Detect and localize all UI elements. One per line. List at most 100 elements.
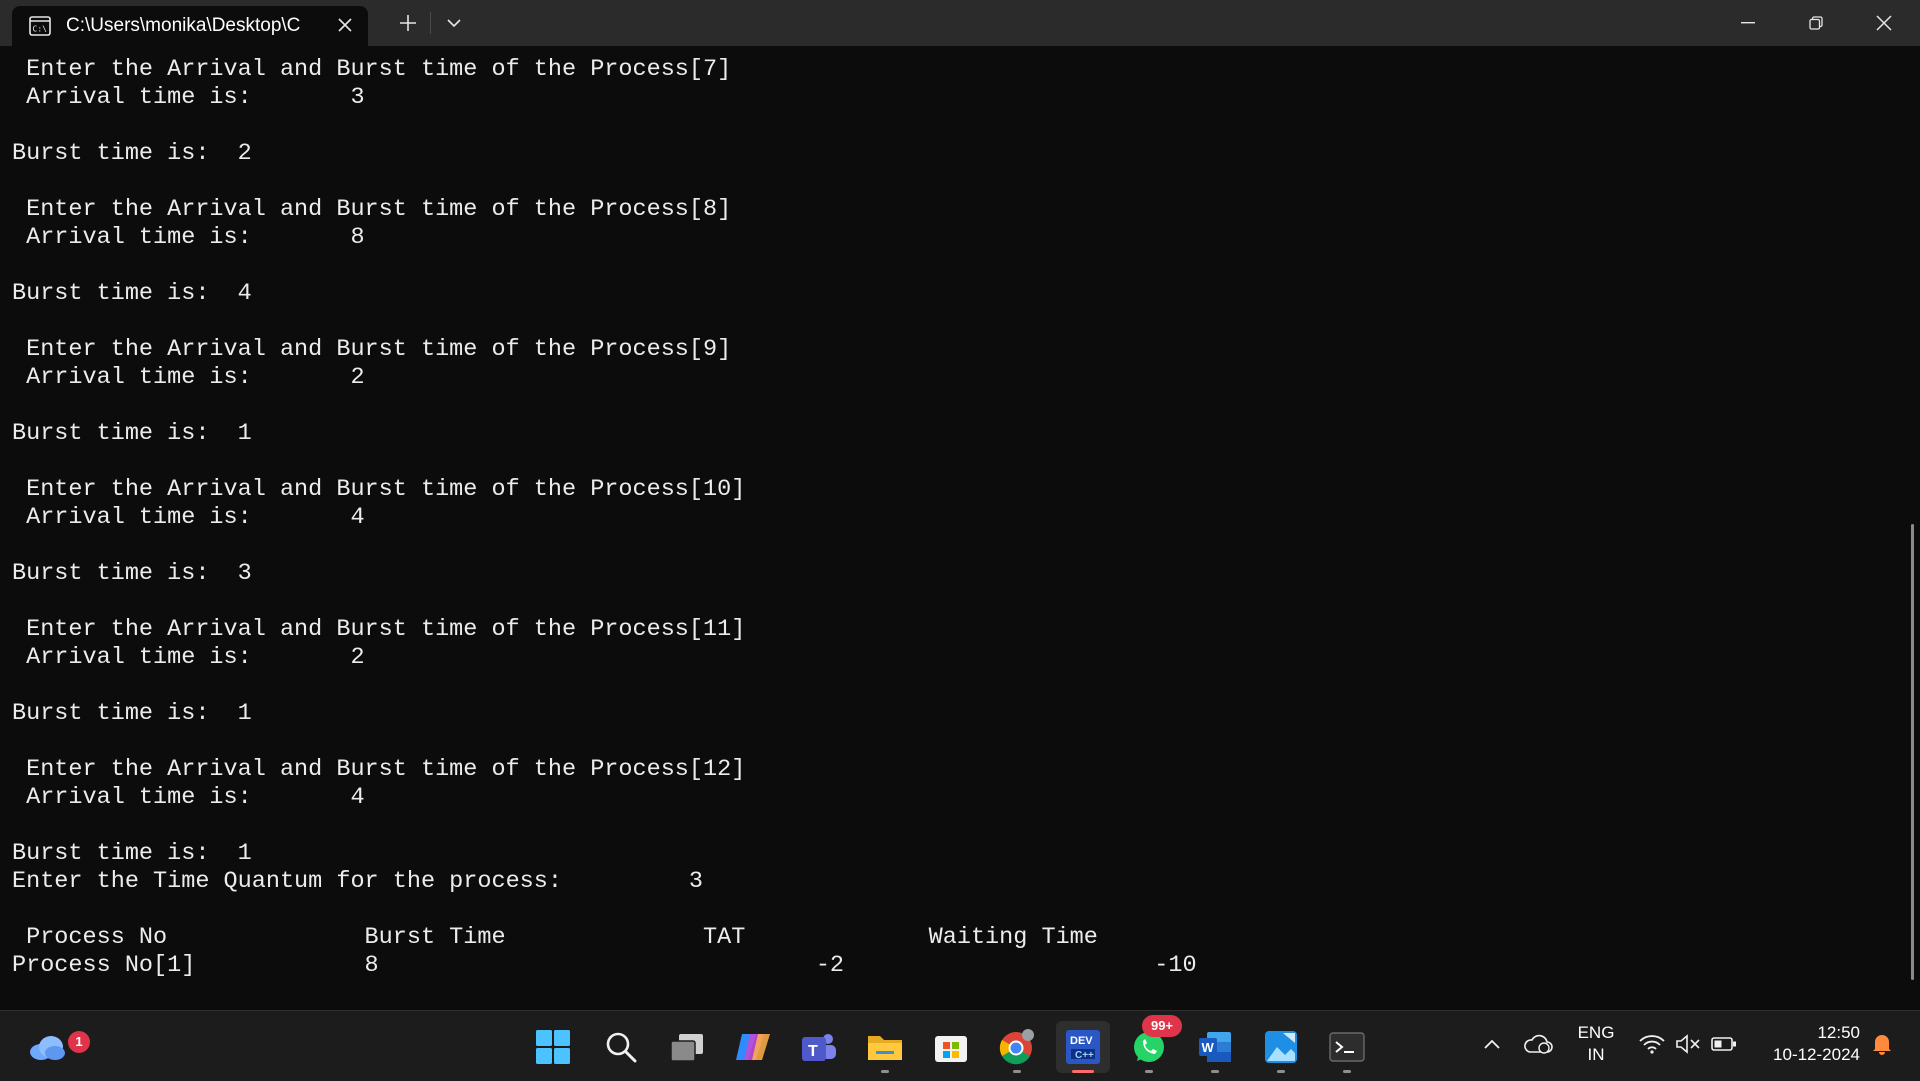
store-button[interactable]	[924, 1021, 978, 1073]
restore-button[interactable]	[1782, 0, 1850, 46]
tab-title: C:\Users\monika\Desktop\C	[66, 15, 301, 36]
whatsapp-badge: 99+	[1142, 1015, 1182, 1037]
console-line: Enter the Arrival and Burst time of the …	[12, 756, 746, 783]
whatsapp-button[interactable]: 99+	[1122, 1015, 1182, 1073]
clock-time: 12:50	[1817, 1023, 1860, 1042]
titlebar-divider	[430, 12, 431, 34]
running-indicator	[1277, 1070, 1285, 1073]
weather-widget[interactable]: 1	[20, 1021, 90, 1073]
console-line: Burst time is: 4	[12, 280, 252, 307]
console-line: Process No Burst Time TAT Waiting Time	[12, 924, 1098, 951]
console-line: Enter the Arrival and Burst time of the …	[12, 56, 732, 83]
wifi-icon	[1639, 1035, 1665, 1054]
plus-icon	[400, 15, 416, 31]
vertical-scrollbar[interactable]	[1906, 46, 1920, 1010]
console-line: Burst time is: 3	[12, 560, 252, 587]
close-window-button[interactable]	[1850, 0, 1918, 46]
chrome-button[interactable]	[990, 1021, 1044, 1073]
minimize-button[interactable]	[1714, 0, 1782, 46]
console-line: Arrival time is: 4	[12, 784, 365, 811]
onedrive-icon	[1524, 1034, 1553, 1054]
svg-text:T: T	[808, 1043, 818, 1060]
close-icon	[1876, 15, 1892, 31]
word-button[interactable]: W	[1188, 1021, 1242, 1073]
taskbar: 1 T DEV C++ 99+ W	[0, 1010, 1920, 1081]
console-line: Enter the Arrival and Burst time of the …	[12, 616, 746, 643]
copilot-button[interactable]	[726, 1021, 780, 1073]
weather-cloud-icon	[30, 1036, 65, 1060]
volume-status[interactable]	[1672, 1026, 1704, 1062]
console-line: Burst time is: 1	[12, 420, 252, 447]
teams-button[interactable]: T	[792, 1021, 846, 1073]
teams-icon: T	[802, 1034, 836, 1061]
task-view-button[interactable]	[660, 1021, 714, 1073]
clock-date: 10-12-2024	[1773, 1045, 1860, 1064]
svg-text:W: W	[1202, 1040, 1215, 1055]
wifi-status[interactable]	[1636, 1026, 1668, 1062]
copilot-icon	[736, 1034, 770, 1060]
running-indicator	[1343, 1070, 1351, 1073]
console-line: Burst time is: 1	[12, 700, 252, 727]
console-line: Process No[1] 8 -2 -10	[12, 952, 1197, 979]
svg-text:C++: C++	[1075, 1050, 1094, 1061]
console-line: Arrival time is: 3	[12, 84, 365, 111]
file-explorer-button[interactable]	[858, 1021, 912, 1073]
console-line: Burst time is: 2	[12, 140, 252, 167]
running-indicator	[1013, 1070, 1021, 1073]
title-bar: C:\ C:\Users\monika\Desktop\C	[0, 0, 1920, 46]
onedrive-button[interactable]	[1522, 1026, 1554, 1062]
restore-icon	[1809, 16, 1823, 30]
start-icon	[536, 1030, 570, 1064]
dev-cpp-button[interactable]: DEV C++	[1056, 1021, 1110, 1073]
search-button[interactable]	[594, 1021, 648, 1073]
notifications-button[interactable]	[1866, 1026, 1898, 1062]
tab-dropdown-button[interactable]	[436, 0, 472, 46]
dev-cpp-icon: DEV C++	[1066, 1030, 1100, 1064]
running-indicator	[1072, 1070, 1094, 1073]
store-icon	[935, 1036, 967, 1062]
volume-muted-icon	[1676, 1034, 1700, 1054]
task-view-icon	[670, 1034, 703, 1062]
console-line: Arrival time is: 8	[12, 224, 365, 251]
console-line: Enter the Arrival and Burst time of the …	[12, 336, 732, 363]
svg-text:DEV: DEV	[1070, 1035, 1093, 1047]
console-line: Burst time is: 1	[12, 840, 252, 867]
terminal-icon: C:\	[29, 16, 51, 36]
word-icon: W	[1199, 1032, 1231, 1062]
search-icon	[606, 1032, 637, 1063]
chevron-up-icon	[1484, 1039, 1500, 1049]
language-indicator[interactable]: ENG IN	[1570, 1022, 1622, 1066]
terminal-icon	[1329, 1032, 1365, 1062]
photos-icon	[1265, 1031, 1297, 1063]
chrome-icon	[999, 1029, 1034, 1065]
new-tab-button[interactable]	[390, 0, 426, 46]
running-indicator	[1145, 1070, 1153, 1073]
show-hidden-icons-button[interactable]	[1480, 1026, 1504, 1062]
notification-bell-icon	[1873, 1035, 1891, 1055]
photos-button[interactable]	[1254, 1021, 1308, 1073]
clock[interactable]: 12:50 10-12-2024	[1748, 1022, 1860, 1066]
scrollbar-thumb[interactable]	[1911, 524, 1914, 980]
minimize-icon	[1741, 22, 1755, 24]
file-explorer-icon	[868, 1036, 902, 1060]
language-code: ENG	[1577, 1023, 1615, 1042]
terminal-button[interactable]	[1320, 1021, 1374, 1073]
terminal-tab[interactable]: C:\ C:\Users\monika\Desktop\C	[12, 6, 368, 46]
region-code: IN	[1587, 1045, 1605, 1064]
svg-text:C:\: C:\	[33, 25, 48, 34]
console-line: Enter the Time Quantum for the process: …	[12, 868, 704, 895]
console-line: Arrival time is: 2	[12, 364, 365, 391]
console-line: Arrival time is: 4	[12, 504, 365, 531]
console-text: Enter the Arrival and Burst time of the …	[12, 56, 1197, 980]
chevron-down-icon	[447, 19, 461, 28]
console-line: Arrival time is: 2	[12, 644, 365, 671]
tab-close-button[interactable]	[332, 12, 358, 38]
console-line: Enter the Arrival and Burst time of the …	[12, 196, 732, 223]
console-line: Enter the Arrival and Burst time of the …	[12, 476, 746, 503]
running-indicator	[881, 1070, 889, 1073]
start-button[interactable]	[526, 1021, 580, 1073]
weather-badge: 1	[68, 1031, 90, 1053]
console-output[interactable]: Enter the Arrival and Burst time of the …	[0, 46, 1900, 1010]
close-icon	[338, 18, 352, 32]
battery-status[interactable]	[1708, 1026, 1740, 1062]
